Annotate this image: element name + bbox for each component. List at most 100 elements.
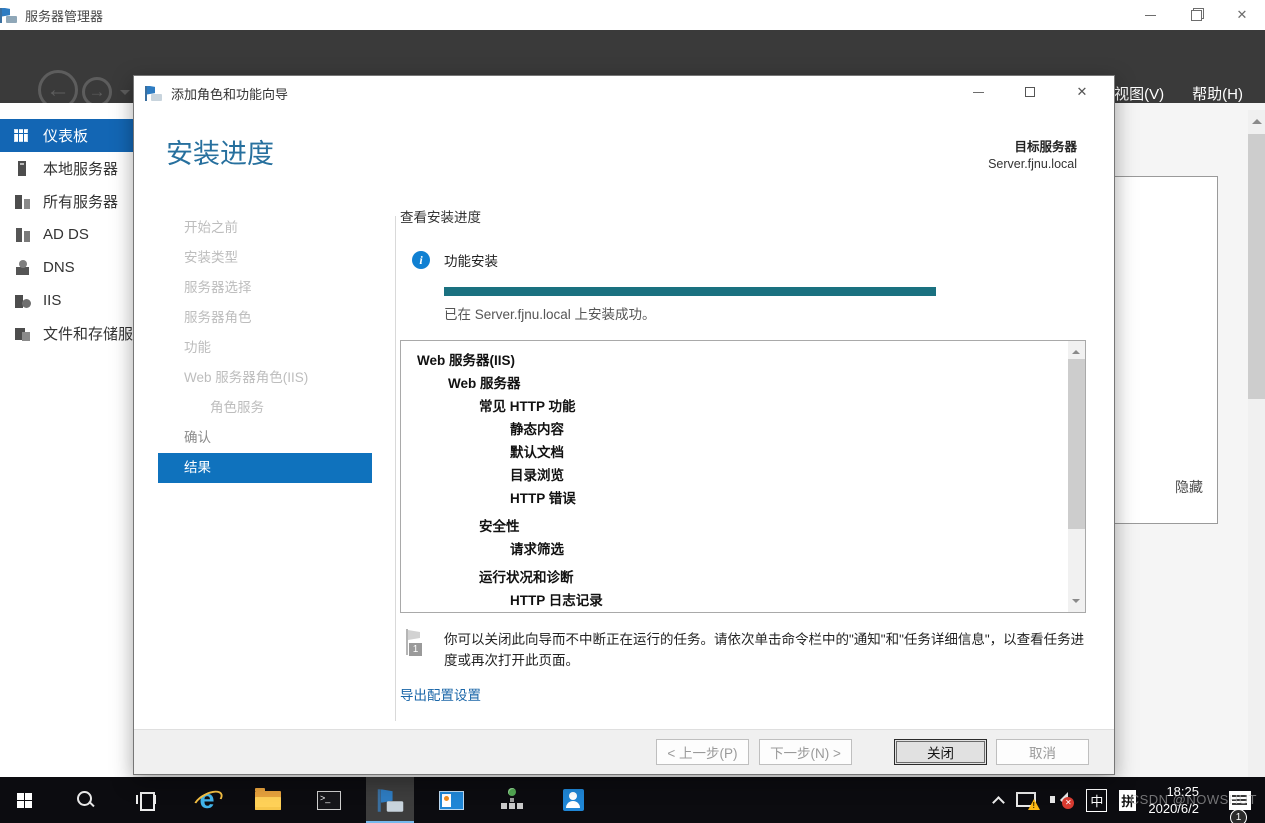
- wizard-content: 查看安装进度 i 功能安装 已在 Server.fjnu.local 上安装成功…: [400, 206, 1086, 705]
- nav-history-caret-icon[interactable]: [120, 90, 130, 100]
- tree-item: HTTP 错误: [417, 487, 1085, 510]
- sidebar-item-file-storage[interactable]: 文件和存储服务: [0, 317, 133, 350]
- section-title: 查看安装进度: [400, 206, 1086, 226]
- wizard-steps: 开始之前 安装类型 服务器选择 服务器角色 功能 Web 服务器角色(IIS) …: [134, 213, 396, 483]
- tree-item: Web 服务器: [417, 372, 1085, 395]
- close-wizard-button[interactable]: 关闭: [894, 739, 987, 765]
- dashboard-icon: [14, 128, 31, 144]
- ad-ds-icon: [14, 227, 31, 243]
- server-manager-icon: [0, 8, 17, 23]
- restore-button[interactable]: [1173, 0, 1219, 30]
- tree-item: 运行状况和诊断: [417, 566, 1085, 589]
- minimize-icon: [1145, 15, 1156, 16]
- command-prompt-icon: >_: [317, 791, 341, 810]
- target-server-block: 目标服务器 Server.fjnu.local: [988, 136, 1077, 171]
- menu-view[interactable]: 视图(V): [1114, 83, 1164, 104]
- tree-item: 目录浏览: [417, 464, 1085, 487]
- feature-install-row: i 功能安装: [412, 250, 1086, 270]
- maximize-icon: [1025, 87, 1035, 97]
- wizard-window-controls: [952, 78, 1108, 106]
- sidebar-item-dashboard[interactable]: 仪表板: [0, 119, 133, 152]
- ad-users-button[interactable]: [549, 777, 597, 823]
- search-icon: [75, 790, 95, 810]
- step-confirmation: 确认: [158, 423, 372, 453]
- tree-item: Web 服务器(IIS): [417, 349, 1085, 372]
- wizard-maximize-button[interactable]: [1004, 78, 1056, 106]
- screen: 服务器管理器 ← → 服务器管理器 仪表板 ⟳ | 管理(M) 工具(T) 视图…: [0, 0, 1265, 823]
- action-center-badge: 1: [1230, 809, 1247, 823]
- tree-item: 常见 HTTP 功能: [417, 395, 1085, 418]
- installed-components-list[interactable]: Web 服务器(IIS) Web 服务器 常见 HTTP 功能 静态内容 默认文…: [400, 340, 1086, 613]
- sidebar-item-iis[interactable]: IIS: [0, 284, 133, 317]
- main-scrollbar-thumb[interactable]: [1248, 134, 1265, 399]
- server-manager-titlebar: 服务器管理器: [0, 0, 1265, 30]
- install-success-text: 已在 Server.fjnu.local 上安装成功。: [444, 303, 1086, 323]
- minimize-icon: [973, 92, 984, 93]
- previous-button[interactable]: < 上一步(P): [656, 739, 749, 765]
- dashboard-card: 隐藏: [1113, 176, 1218, 524]
- cancel-button[interactable]: 取消: [996, 739, 1089, 765]
- task-view-button[interactable]: [122, 777, 170, 823]
- admin-tool-button[interactable]: [427, 777, 475, 823]
- sidebar-item-label: AD DS: [43, 226, 89, 243]
- ad-sites-button[interactable]: [488, 777, 536, 823]
- step-installation-type: 安装类型: [158, 243, 372, 273]
- tree-item: 安全性: [417, 515, 1085, 538]
- watermark-text: CSDN @NOWSHUT: [1130, 792, 1257, 807]
- wizard-minimize-button[interactable]: [952, 78, 1004, 106]
- export-settings-link[interactable]: 导出配置设置: [400, 684, 481, 704]
- internet-explorer-icon: e: [194, 787, 220, 813]
- close-button[interactable]: [1219, 0, 1265, 30]
- minimize-button[interactable]: [1127, 0, 1173, 30]
- step-before-you-begin: 开始之前: [158, 213, 372, 243]
- file-explorer-icon: [255, 791, 281, 810]
- all-servers-icon: [14, 194, 31, 210]
- list-scrollbar-thumb[interactable]: [1068, 359, 1085, 529]
- contacts-icon: [563, 789, 584, 811]
- scroll-up-icon[interactable]: [1072, 346, 1080, 354]
- server-manager-icon: [377, 789, 403, 812]
- ime-language-indicator[interactable]: 中: [1086, 789, 1107, 812]
- wizard-titlebar: 添加角色和功能向导: [134, 76, 1114, 110]
- menu-help[interactable]: 帮助(H): [1192, 83, 1243, 104]
- sidebar-item-local-server[interactable]: 本地服务器: [0, 152, 133, 185]
- target-server-value: Server.fjnu.local: [988, 157, 1077, 171]
- network-warning-icon[interactable]: [1016, 791, 1038, 809]
- step-results[interactable]: 结果: [158, 453, 372, 483]
- sidebar-item-ad-ds[interactable]: AD DS: [0, 218, 133, 251]
- tray-overflow-icon[interactable]: [994, 795, 1004, 805]
- main-scrollbar[interactable]: [1248, 110, 1265, 777]
- notification-flag-icon: 1: [404, 629, 432, 659]
- sidebar: 仪表板 本地服务器 所有服务器 AD DS DNS IIS 文件和存储服务: [0, 103, 133, 777]
- step-role-services: 角色服务: [158, 393, 372, 423]
- ad-tree-icon: [501, 788, 523, 812]
- sidebar-item-dns[interactable]: DNS: [0, 251, 133, 284]
- install-progress-bar: [444, 287, 936, 296]
- task-view-icon: [136, 792, 156, 808]
- add-roles-features-wizard: 添加角色和功能向导 安装进度 目标服务器 Server.fjnu.local 开…: [133, 75, 1115, 775]
- hide-button[interactable]: 隐藏: [1175, 477, 1203, 497]
- scroll-down-icon[interactable]: [1072, 599, 1080, 607]
- internet-explorer-button[interactable]: e: [183, 777, 231, 823]
- wizard-icon: [145, 86, 162, 101]
- window-title: 服务器管理器: [25, 6, 103, 25]
- server-manager-taskbar-button[interactable]: [366, 777, 414, 823]
- next-button[interactable]: 下一步(N) >: [759, 739, 852, 765]
- wizard-page-title: 安装进度: [166, 132, 274, 171]
- step-features: 功能: [158, 333, 372, 363]
- file-explorer-button[interactable]: [244, 777, 292, 823]
- sidebar-item-label: 文件和存储服务: [43, 323, 133, 344]
- wizard-close-button[interactable]: [1056, 78, 1108, 106]
- start-button[interactable]: [0, 777, 48, 823]
- volume-muted-icon[interactable]: [1050, 791, 1074, 809]
- list-scrollbar[interactable]: [1068, 341, 1085, 612]
- scroll-up-icon[interactable]: [1252, 114, 1262, 124]
- windows-start-icon: [17, 793, 32, 808]
- tree-item: HTTP 日志记录: [417, 589, 1085, 612]
- iis-icon: [14, 293, 31, 309]
- sidebar-item-label: 所有服务器: [43, 191, 118, 212]
- sidebar-item-all-servers[interactable]: 所有服务器: [0, 185, 133, 218]
- command-prompt-button[interactable]: >_: [305, 777, 353, 823]
- sidebar-item-label: IIS: [43, 292, 61, 309]
- search-button[interactable]: [61, 777, 109, 823]
